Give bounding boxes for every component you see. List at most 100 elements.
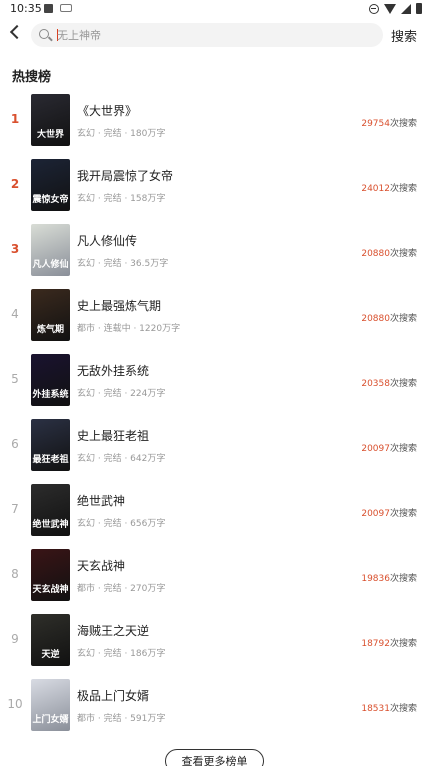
search-header: 搜索 bbox=[0, 20, 430, 50]
cover-title: 绝世武神 bbox=[32, 520, 69, 530]
book-title: 天玄战神 bbox=[77, 559, 126, 573]
list-item[interactable]: 6 最狂老祖 史上最狂老祖玄幻 · 完结 · 642万字 20097次搜索 bbox=[0, 415, 430, 475]
rank-number: 8 bbox=[11, 567, 19, 581]
book-meta: 都市 · 完结 · 270万字 bbox=[77, 584, 166, 594]
status-icons bbox=[369, 3, 422, 14]
rank-number: 6 bbox=[11, 437, 19, 451]
search-count-suffix: 次搜索 bbox=[389, 444, 417, 454]
search-count-suffix: 次搜索 bbox=[389, 574, 417, 584]
battery-icon bbox=[416, 3, 422, 14]
search-count-number: 19836 bbox=[361, 574, 390, 584]
list-item[interactable]: 1 大世界 《大世界》玄幻 · 完结 · 180万字 29754次搜索 bbox=[0, 90, 430, 150]
search-count-number: 20097 bbox=[361, 444, 390, 454]
book-cover[interactable]: 上门女婿 bbox=[31, 679, 70, 731]
rank-number: 7 bbox=[11, 502, 19, 516]
list-item[interactable]: 3 凡人修仙 凡人修仙传玄幻 · 完结 · 36.5万字 20880次搜索 bbox=[0, 220, 430, 280]
book-cover[interactable]: 外挂系统 bbox=[31, 354, 70, 406]
rank-number: 5 bbox=[11, 372, 19, 386]
status-bar: 10:35 bbox=[0, 0, 430, 18]
cover-title: 外挂系统 bbox=[32, 390, 69, 400]
search-count: 29754次搜索 bbox=[361, 116, 417, 129]
rank-number: 10 bbox=[7, 697, 23, 711]
search-count-number: 20358 bbox=[361, 379, 390, 389]
cover-title: 天逆 bbox=[41, 650, 60, 660]
search-count-suffix: 次搜索 bbox=[389, 639, 417, 649]
search-count-suffix: 次搜索 bbox=[389, 249, 417, 259]
list-item[interactable]: 4 炼气期 史上最强炼气期都市 · 连载中 · 1220万字 20880次搜索 bbox=[0, 285, 430, 345]
book-cover[interactable]: 绝世武神 bbox=[31, 484, 70, 536]
book-meta: 玄幻 · 完结 · 36.5万字 bbox=[77, 259, 169, 269]
book-meta: 玄幻 · 完结 · 224万字 bbox=[77, 389, 166, 399]
list-item[interactable]: 5 外挂系统 无敌外挂系统 玄幻 · 完结 · 224万字 20358次搜索 bbox=[0, 350, 430, 410]
search-count-suffix: 次搜索 bbox=[389, 704, 417, 714]
book-meta: 玄幻 · 完结 · 656万字 bbox=[77, 519, 166, 529]
book-meta: 玄幻 · 完结 · 642万字 bbox=[77, 454, 166, 464]
search-count: 18792次搜索 bbox=[361, 636, 417, 649]
list-item[interactable]: 2 震惊女帝 我开局震惊了女帝 玄幻 · 完结 · 158万字 24012次搜索 bbox=[0, 155, 430, 215]
search-button[interactable]: 搜索 bbox=[391, 26, 417, 45]
book-cover[interactable]: 凡人修仙 bbox=[31, 224, 70, 276]
notification-icon bbox=[44, 4, 53, 13]
book-cover[interactable]: 天逆 bbox=[31, 614, 70, 666]
book-title: 史上最强炼气期 bbox=[77, 299, 162, 313]
cover-title: 大世界 bbox=[36, 130, 64, 140]
book-meta: 都市 · 完结 · 591万字 bbox=[77, 714, 166, 724]
list-item[interactable]: 9 天逆 海贼王之天逆玄幻 · 完结 · 186万字 18792次搜索 bbox=[0, 610, 430, 670]
search-box[interactable] bbox=[31, 23, 383, 47]
wifi-icon bbox=[384, 3, 396, 14]
book-title: 海贼王之天逆 bbox=[77, 624, 150, 638]
list-item[interactable]: 7 绝世武神 绝世武神 玄幻 · 完结 · 656万字 20097次搜索 bbox=[0, 480, 430, 540]
book-cover[interactable]: 震惊女帝 bbox=[31, 159, 70, 211]
rank-number: 4 bbox=[11, 307, 19, 321]
book-title: 《大世界》 bbox=[77, 104, 138, 118]
book-title: 我开局震惊了女帝 bbox=[77, 169, 174, 183]
rank-number: 9 bbox=[11, 632, 19, 646]
back-arrow-icon[interactable] bbox=[9, 24, 25, 40]
search-count-number: 20880 bbox=[361, 314, 390, 324]
search-count-suffix: 次搜索 bbox=[389, 314, 417, 324]
cover-title: 天玄战神 bbox=[32, 585, 69, 595]
do-not-disturb-icon bbox=[369, 3, 379, 14]
book-cover[interactable]: 天玄战神 bbox=[31, 549, 70, 601]
book-title: 绝世武神 bbox=[77, 494, 126, 508]
book-meta: 玄幻 · 完结 · 186万字 bbox=[77, 649, 166, 659]
signal-icon bbox=[401, 3, 411, 14]
search-count-suffix: 次搜索 bbox=[389, 184, 417, 194]
search-count: 24012次搜索 bbox=[361, 181, 417, 194]
search-count-number: 24012 bbox=[361, 184, 390, 194]
search-count: 18531次搜索 bbox=[361, 701, 417, 714]
book-title: 无敌外挂系统 bbox=[77, 364, 150, 378]
book-cover[interactable]: 炼气期 bbox=[31, 289, 70, 341]
cover-title: 上门女婿 bbox=[32, 715, 69, 725]
cover-title: 凡人修仙 bbox=[32, 260, 69, 270]
search-count: 20880次搜索 bbox=[361, 311, 417, 324]
book-title: 史上最狂老祖 bbox=[77, 429, 150, 443]
cover-title: 震惊女帝 bbox=[32, 195, 69, 205]
search-count-suffix: 次搜索 bbox=[389, 119, 417, 129]
search-icon bbox=[39, 29, 49, 39]
book-meta: 玄幻 · 完结 · 180万字 bbox=[77, 129, 166, 139]
search-count-number: 18792 bbox=[361, 639, 390, 649]
book-cover[interactable]: 最狂老祖 bbox=[31, 419, 70, 471]
more-rankings-button[interactable]: 查看更多榜单 bbox=[165, 749, 264, 766]
list-item[interactable]: 10 上门女婿 极品上门女婿 都市 · 完结 · 591万字 18531次搜索 bbox=[0, 675, 430, 735]
rank-number: 3 bbox=[10, 242, 20, 256]
search-count: 20880次搜索 bbox=[361, 246, 417, 259]
cover-title: 最狂老祖 bbox=[32, 455, 69, 465]
search-count-number: 18531 bbox=[361, 704, 390, 714]
book-meta: 玄幻 · 完结 · 158万字 bbox=[77, 194, 166, 204]
search-count: 19836次搜索 bbox=[361, 571, 417, 584]
search-count: 20097次搜索 bbox=[361, 506, 417, 519]
search-count-number: 20097 bbox=[361, 509, 390, 519]
search-count: 20097次搜索 bbox=[361, 441, 417, 454]
search-count-number: 20880 bbox=[361, 249, 390, 259]
search-input[interactable] bbox=[57, 25, 377, 45]
rank-number: 1 bbox=[10, 112, 20, 126]
book-title: 凡人修仙传 bbox=[77, 234, 138, 248]
status-time: 10:35 bbox=[10, 2, 42, 15]
book-meta: 都市 · 连载中 · 1220万字 bbox=[77, 324, 181, 334]
list-item[interactable]: 8 天玄战神 天玄战神 都市 · 完结 · 270万字 19836次搜索 bbox=[0, 545, 430, 605]
search-count-suffix: 次搜索 bbox=[389, 509, 417, 519]
app-notification-icon bbox=[60, 4, 72, 12]
book-cover[interactable]: 大世界 bbox=[31, 94, 70, 146]
